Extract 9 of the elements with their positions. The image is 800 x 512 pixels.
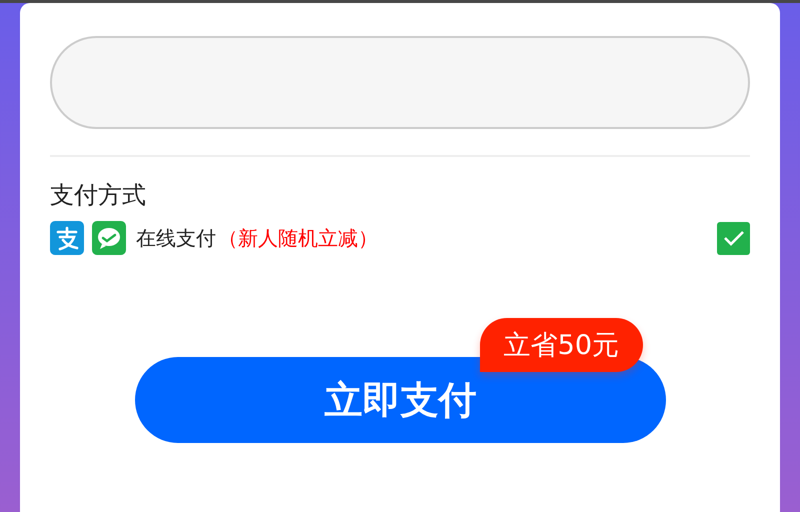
checkmark-icon (722, 229, 744, 247)
discount-note: （新人随机立减） (218, 224, 378, 252)
pay-button[interactable]: 立即支付 (135, 357, 666, 443)
checkbox[interactable] (717, 222, 750, 254)
section-title: 支付方式 (50, 180, 147, 211)
chat-bubble-icon (92, 221, 126, 255)
discount-badge: 立省50元 (480, 318, 643, 372)
payment-app-icon (50, 221, 84, 255)
method-label: 在线支付 (136, 224, 216, 252)
